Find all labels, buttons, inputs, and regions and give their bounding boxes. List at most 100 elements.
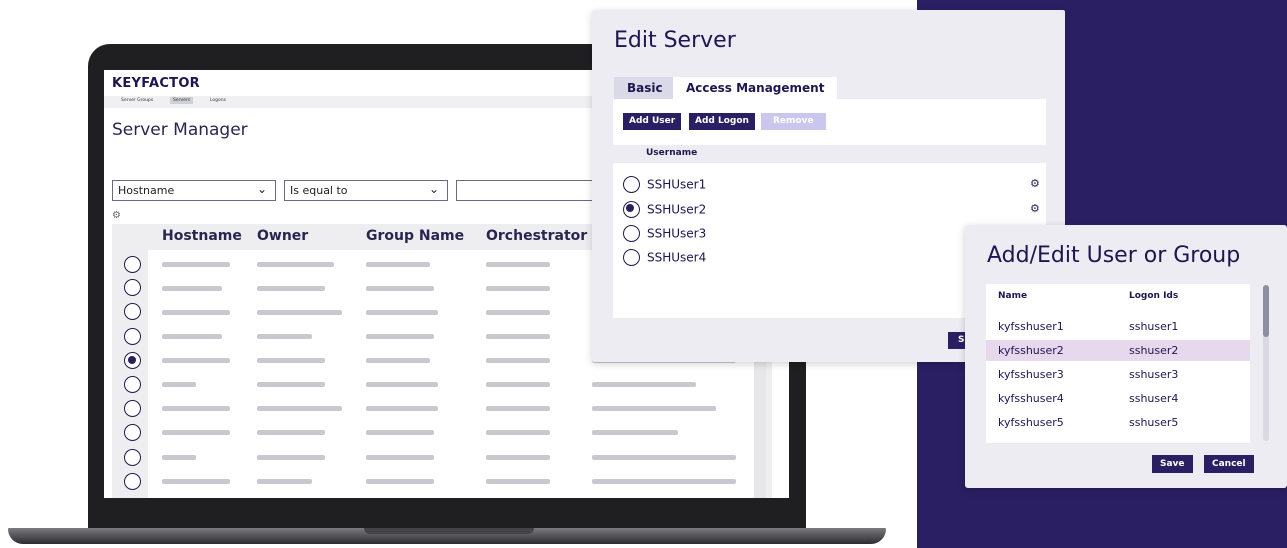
table-row[interactable]: kyfsshuser4 sshuser4 xyxy=(986,388,1250,409)
placeholder-bar xyxy=(366,358,430,363)
user-row[interactable]: SSHUser3 xyxy=(623,225,706,242)
placeholder-bar xyxy=(366,406,438,411)
user-row[interactable]: SSHUser4 xyxy=(623,249,706,266)
column-logon-ids[interactable]: Logon Ids xyxy=(1129,291,1178,301)
toolbar-panel: Add User Add Logon Remove xyxy=(613,99,1046,145)
table-row[interactable]: kyfsshuser1 sshuser1 xyxy=(986,316,1250,337)
row-radio[interactable] xyxy=(124,376,141,393)
cancel-button[interactable]: Cancel xyxy=(1204,455,1254,473)
nav-server-groups[interactable]: Server Groups xyxy=(121,98,153,103)
col-owner[interactable]: Owner xyxy=(257,228,308,244)
placeholder-bar xyxy=(486,406,550,411)
placeholder-bar xyxy=(486,310,550,315)
row-radio[interactable] xyxy=(124,473,141,490)
dialog-title: Add/Edit User or Group xyxy=(987,243,1241,268)
add-user-button[interactable]: Add User xyxy=(623,113,682,130)
row-radio[interactable] xyxy=(623,249,640,266)
placeholder-bar xyxy=(592,479,736,484)
row-radio[interactable] xyxy=(124,328,141,345)
placeholder-bar xyxy=(366,479,434,484)
placeholder-bar xyxy=(366,430,434,435)
row-radio[interactable] xyxy=(124,424,141,441)
table-row[interactable]: kyfsshuser5 sshuser5 xyxy=(986,412,1250,433)
add-logon-button[interactable]: Add Logon xyxy=(689,113,755,130)
placeholder-bar xyxy=(486,286,550,291)
placeholder-bar xyxy=(162,262,230,267)
placeholder-bar xyxy=(486,262,550,267)
nav-servers[interactable]: Servers xyxy=(170,97,194,104)
placeholder-bar xyxy=(162,286,222,291)
chevron-down-icon: ⌄ xyxy=(428,182,439,196)
add-edit-user-dialog: Add/Edit User or Group Name Logon Ids ky… xyxy=(965,225,1287,488)
placeholder-bar xyxy=(486,430,550,435)
gear-icon[interactable]: ⚙ xyxy=(112,210,121,221)
placeholder-bar xyxy=(162,479,230,484)
user-row[interactable]: SSHUser2 xyxy=(623,201,706,218)
row-radio[interactable] xyxy=(623,225,640,242)
page-title: Server Manager xyxy=(112,120,248,140)
remove-button[interactable]: Remove xyxy=(761,113,826,130)
placeholder-bar xyxy=(486,455,550,460)
laptop-lip xyxy=(104,498,789,528)
row-radio[interactable] xyxy=(124,449,141,466)
row-radio-selected[interactable] xyxy=(623,201,640,218)
chevron-down-icon: ⌄ xyxy=(256,182,267,196)
row-radio[interactable] xyxy=(124,400,141,417)
placeholder-bar xyxy=(366,382,438,387)
save-button[interactable]: Save xyxy=(1152,455,1193,473)
placeholder-bar xyxy=(162,334,222,339)
placeholder-bar xyxy=(257,310,342,315)
placeholder-bar xyxy=(366,455,434,460)
gear-icon[interactable]: ⚙ xyxy=(1030,202,1040,215)
table-row-selected[interactable]: kyfsshuser2 sshuser2 xyxy=(986,340,1250,361)
placeholder-bar xyxy=(366,286,434,291)
placeholder-bar xyxy=(592,406,716,411)
placeholder-bar xyxy=(486,479,550,484)
tab-basic[interactable]: Basic xyxy=(614,77,676,99)
col-hostname[interactable]: Hostname xyxy=(162,228,242,244)
placeholder-bar xyxy=(257,286,325,291)
keyfactor-logo: KEYFACTOR xyxy=(112,76,200,91)
placeholder-bar xyxy=(257,455,325,460)
row-radio[interactable] xyxy=(124,256,141,273)
placeholder-bar xyxy=(162,430,230,435)
table-row[interactable]: kyfsshuser3 sshuser3 xyxy=(986,364,1250,385)
placeholder-bar xyxy=(366,334,434,339)
row-radio[interactable] xyxy=(124,279,141,296)
placeholder-bar xyxy=(366,262,430,267)
tab-access-management[interactable]: Access Management xyxy=(673,77,838,99)
column-name[interactable]: Name xyxy=(998,291,1027,301)
gear-icon[interactable]: ⚙ xyxy=(1030,177,1040,190)
placeholder-bar xyxy=(592,455,736,460)
placeholder-bar xyxy=(257,382,325,387)
placeholder-bar xyxy=(162,406,230,411)
placeholder-bar xyxy=(162,455,196,460)
scrollbar-thumb[interactable] xyxy=(1263,285,1269,337)
user-table: Name Logon Ids kyfsshuser1 sshuser1 kyfs… xyxy=(986,284,1250,443)
user-row[interactable]: SSHUser1 xyxy=(623,176,706,193)
placeholder-bar xyxy=(366,310,438,315)
col-orchestrator[interactable]: Orchestrator xyxy=(486,228,587,244)
laptop-notch xyxy=(364,528,534,534)
placeholder-bar xyxy=(486,382,550,387)
placeholder-bar xyxy=(257,406,342,411)
row-radio-selected[interactable] xyxy=(124,352,141,369)
placeholder-bar xyxy=(257,430,325,435)
filter-field-select[interactable]: Hostname ⌄ xyxy=(112,180,276,201)
nav-logons[interactable]: Logons xyxy=(210,98,226,103)
dialog-title: Edit Server xyxy=(614,28,736,53)
placeholder-bar xyxy=(486,334,550,339)
filter-operator-select[interactable]: Is equal to ⌄ xyxy=(284,180,448,201)
placeholder-bar xyxy=(257,262,334,267)
placeholder-bar xyxy=(592,430,678,435)
placeholder-bar xyxy=(592,382,696,387)
row-radio[interactable] xyxy=(124,303,141,320)
placeholder-bar xyxy=(257,358,325,363)
column-username[interactable]: Username xyxy=(646,148,697,158)
col-group-name[interactable]: Group Name xyxy=(366,228,464,244)
placeholder-bar xyxy=(257,334,312,339)
placeholder-bar xyxy=(162,310,230,315)
placeholder-bar xyxy=(162,358,230,363)
placeholder-bar xyxy=(162,382,196,387)
row-radio[interactable] xyxy=(623,176,640,193)
